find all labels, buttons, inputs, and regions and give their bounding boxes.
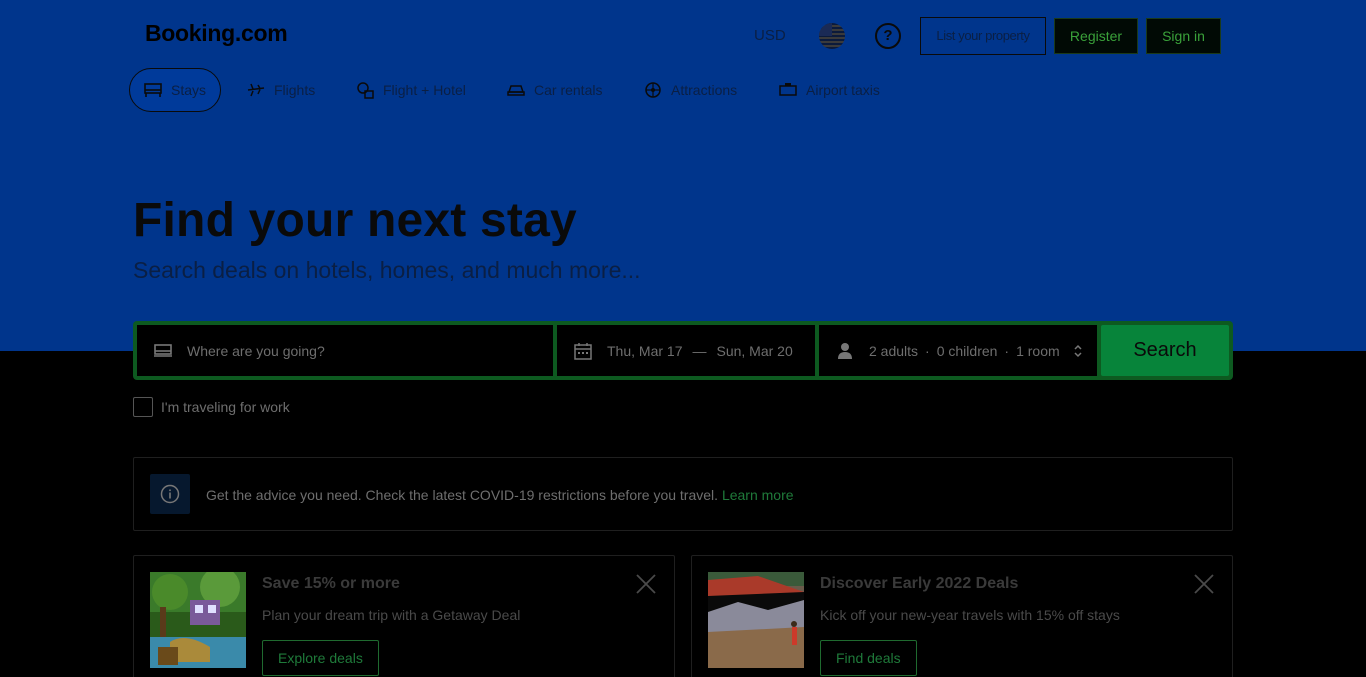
separator-dot: · [1004,342,1010,359]
tab-stays[interactable]: Stays [129,68,222,112]
work-travel-option[interactable]: I'm traveling for work [133,397,290,417]
tab-car-rentals[interactable]: Car rentals [507,68,602,112]
deal-title: Discover Early 2022 Deals [820,575,1019,592]
guests-field[interactable]: 2 adults · 0 children · 1 room [819,325,1097,376]
find-deals-button[interactable]: Find deals [820,640,917,676]
tab-label: Airport taxis [806,82,880,98]
dates-field[interactable]: Thu, Mar 17 — Sun, Mar 20 [557,325,815,376]
notice-text: Get the advice you need. Check the lates… [206,487,794,503]
person-icon [835,341,855,361]
updown-chevron-icon [1073,343,1083,362]
help-icon[interactable]: ? [875,23,901,49]
page-subtitle: Search deals on hotels, homes, and much … [133,257,641,283]
checkin-date: Thu, Mar 17 [607,342,683,359]
deal-card: Discover Early 2022 Deals Kick off your … [691,555,1233,677]
tab-label: Flight + Hotel [383,82,466,98]
deal-title: Save 15% or more [262,575,400,592]
children-count: 0 children [936,342,998,359]
close-icon[interactable] [1193,573,1215,595]
sign-in-button[interactable]: Sign in [1146,18,1221,54]
destination-placeholder: Where are you going? [187,342,325,359]
covid-notice: Get the advice you need. Check the lates… [133,457,1233,531]
deal-description: Plan your dream trip with a Getaway Deal [262,607,521,623]
tab-label: Attractions [671,82,738,98]
explore-deals-button[interactable]: Explore deals [262,640,379,676]
bed-icon [153,341,173,361]
list-property-button[interactable]: List your property [920,17,1046,55]
learn-more-link[interactable]: Learn more [722,487,794,503]
deal-card: Save 15% or more Plan your dream trip wi… [133,555,675,677]
deal-image [150,572,246,668]
tab-flights[interactable]: Flights [247,68,315,112]
destination-field[interactable]: Where are you going? [137,325,553,376]
close-icon[interactable] [635,573,657,595]
tab-label: Flights [274,82,316,98]
tab-airport-taxis[interactable]: Airport taxis [779,68,880,112]
page-title: Find your next stay [133,194,577,247]
plane-icon [247,81,265,99]
tab-attractions[interactable]: Attractions [644,68,737,112]
adults-count: 2 adults [869,342,919,359]
tab-flight-hotel[interactable]: Flight + Hotel [356,68,466,112]
flight-hotel-icon [356,81,374,99]
info-icon [150,474,190,514]
deal-description: Kick off your new-year travels with 15% … [820,607,1120,623]
deal-image [708,572,804,668]
notice-message: Get the advice you need. Check the lates… [206,487,719,503]
taxi-icon [779,81,797,99]
search-button[interactable]: Search [1101,325,1229,376]
separator-dot: · [925,342,930,359]
car-icon [507,81,525,99]
language-flag-icon[interactable] [819,23,845,49]
attractions-icon [644,81,662,99]
bed-icon [144,81,162,99]
work-travel-label: I'm traveling for work [161,399,290,415]
currency-selector[interactable]: USD [754,27,786,44]
checkout-date: Sun, Mar 20 [716,342,793,359]
rooms-count: 1 room [1016,342,1060,359]
register-button[interactable]: Register [1054,18,1138,54]
tab-label: Stays [171,82,207,98]
search-bar: Where are you going? Thu, Mar 17 — Sun, … [133,321,1233,380]
work-travel-checkbox[interactable] [133,397,153,417]
booking-logo[interactable]: Booking.com [145,20,288,47]
date-separator: — [692,342,707,359]
tab-label: Car rentals [534,82,603,98]
calendar-icon [573,341,593,361]
